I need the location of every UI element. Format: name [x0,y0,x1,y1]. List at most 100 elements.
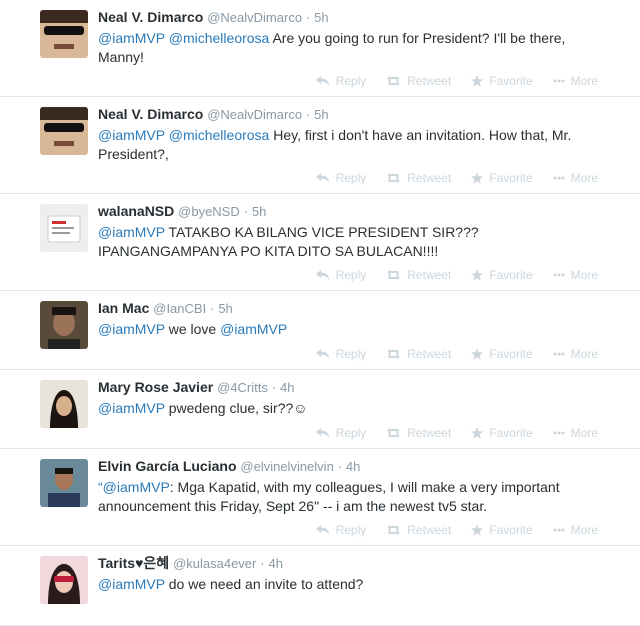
tweet-actions: Reply Retweet Favorite More [315,74,598,88]
more-label: More [570,347,598,361]
tweet-timestamp[interactable]: 5h [314,107,328,122]
tweet-item[interactable]: walanaNSD @byeNSD · 5h @iamMVP TATAKBO K… [0,194,640,291]
tweet-timestamp[interactable]: 5h [252,204,266,219]
mention-link[interactable]: @iamMVP [98,30,165,46]
favorite-button[interactable]: Favorite [471,426,533,440]
tweet-author-name[interactable]: Tarits♥은혜 [98,555,169,571]
more-button[interactable]: More [553,523,598,537]
mention-link[interactable]: @iamMVP [98,127,165,143]
tweet-author-name[interactable]: Neal V. Dimarco [98,106,203,122]
avatar[interactable] [40,380,88,428]
avatar[interactable] [40,204,88,252]
favorite-label: Favorite [489,523,533,537]
tweet-text: @iamMVP @michelleorosa Are you going to … [98,29,593,67]
mention-link[interactable]: @iamMVP [98,321,165,337]
tweet-actions: Reply Retweet Favorite More [315,347,598,361]
favorite-button[interactable]: Favorite [471,523,533,537]
more-button[interactable]: More [553,74,598,88]
retweet-icon [387,349,401,359]
tweet-actions: Reply Retweet Favorite More [315,523,598,537]
reply-button[interactable]: Reply [315,523,367,537]
mention-link[interactable]: @iamMVP [98,576,165,592]
tweet-text-part: we love [164,321,221,337]
more-icon [553,431,565,435]
mention-link[interactable]: @michelleorosa [169,127,270,143]
tweet-author-handle[interactable]: @IanCBI [153,301,206,316]
favorite-button[interactable]: Favorite [471,268,533,282]
retweet-label: Retweet [407,523,452,537]
tweet-item[interactable]: Neal V. Dimarco @NealvDimarco · 5h @iamM… [0,97,640,194]
retweet-icon [387,428,401,438]
tweet-actions: Reply Retweet Favorite More [315,268,598,282]
tweet-author-handle[interactable]: @kulasa4ever [173,556,256,571]
tweet-author-name[interactable]: Elvin García Luciano [98,458,237,474]
reply-button[interactable]: Reply [315,347,366,361]
mention-link[interactable]: @michelleorosa [169,30,270,46]
more-button[interactable]: More [553,347,598,361]
retweet-button[interactable]: Retweet [386,171,451,185]
avatar[interactable] [40,556,88,604]
tweet-timestamp[interactable]: 5h [218,301,232,316]
retweet-button[interactable]: Retweet [386,268,451,282]
more-icon [553,352,565,356]
mention-link[interactable]: @iamMVP [98,400,165,416]
avatar[interactable] [40,301,88,349]
tweet-timestamp[interactable]: 5h [314,10,328,25]
mention-link[interactable]: @iamMVP [220,321,287,337]
more-button[interactable]: More [553,268,598,282]
tweet-text: @iamMVP pwedeng clue, sir??☺ [98,399,593,418]
avatar[interactable] [40,459,88,507]
tweet-author-name[interactable]: Neal V. Dimarco [98,9,203,25]
star-icon [471,348,484,360]
reply-button[interactable]: Reply [315,426,366,440]
mention-link[interactable]: @iamMVP [103,479,170,495]
tweet-item[interactable]: Neal V. Dimarco @NealvDimarco · 5h @iamM… [0,0,640,97]
star-icon [471,75,484,87]
retweet-button[interactable]: Retweet [386,74,451,88]
star-icon [471,524,484,536]
avatar[interactable] [40,10,88,58]
more-button[interactable]: More [553,426,598,440]
tweet-item[interactable]: Elvin García Luciano @elvinelvinelvin · … [0,449,640,546]
tweet-text: @iamMVP do we need an invite to attend? [98,575,593,594]
tweet-author-handle[interactable]: @byeNSD [178,204,240,219]
avatar[interactable] [40,107,88,155]
tweet-timestamp[interactable]: 4h [346,459,360,474]
retweet-icon [387,270,401,280]
retweet-icon [387,76,401,86]
tweet-item[interactable]: Mary Rose Javier @4Critts · 4h @iamMVP p… [0,370,640,449]
tweet-item[interactable]: Ian Mac @IanCBI · 5h @iamMVP we love @ia… [0,291,640,370]
tweet-author-name[interactable]: Ian Mac [98,300,149,316]
favorite-button[interactable]: Favorite [471,347,533,361]
retweet-button[interactable]: Retweet [386,347,451,361]
tweet-text-part: pwedeng clue, sir??☺ [164,400,308,416]
reply-label: Reply [335,523,367,537]
retweet-label: Retweet [407,74,452,88]
tweet-author-handle[interactable]: @NealvDimarco [207,107,302,122]
retweet-button[interactable]: Retweet [386,426,451,440]
reply-label: Reply [335,171,367,185]
tweet-author-handle[interactable]: @NealvDimarco [207,10,302,25]
reply-icon [315,525,329,535]
more-button[interactable]: More [553,171,598,185]
tweet-actions: Reply Retweet Favorite More [315,426,598,440]
mention-link[interactable]: @iamMVP [98,224,165,240]
reply-icon [315,173,329,183]
reply-button[interactable]: Reply [315,268,366,282]
more-label: More [570,426,598,440]
tweet-item[interactable]: Tarits♥은혜 @kulasa4ever · 4h @iamMVP do w… [0,546,640,626]
favorite-label: Favorite [489,268,533,282]
reply-button[interactable]: Reply [315,74,366,88]
favorite-button[interactable]: Favorite [471,74,533,88]
reply-button[interactable]: Reply [315,171,367,185]
tweet-timestamp[interactable]: 4h [280,380,294,395]
retweet-button[interactable]: Retweet [386,523,451,537]
favorite-button[interactable]: Favorite [471,171,533,185]
tweet-author-name[interactable]: Mary Rose Javier [98,379,213,395]
tweet-author-handle[interactable]: @4Critts [217,380,268,395]
tweet-text: “@iamMVP: Mga Kapatid, with my colleague… [98,478,593,516]
tweet-author-handle[interactable]: @elvinelvinelvin [240,459,333,474]
reply-icon [315,428,329,438]
tweet-timestamp[interactable]: 4h [268,556,282,571]
tweet-author-name[interactable]: walanaNSD [98,203,174,219]
